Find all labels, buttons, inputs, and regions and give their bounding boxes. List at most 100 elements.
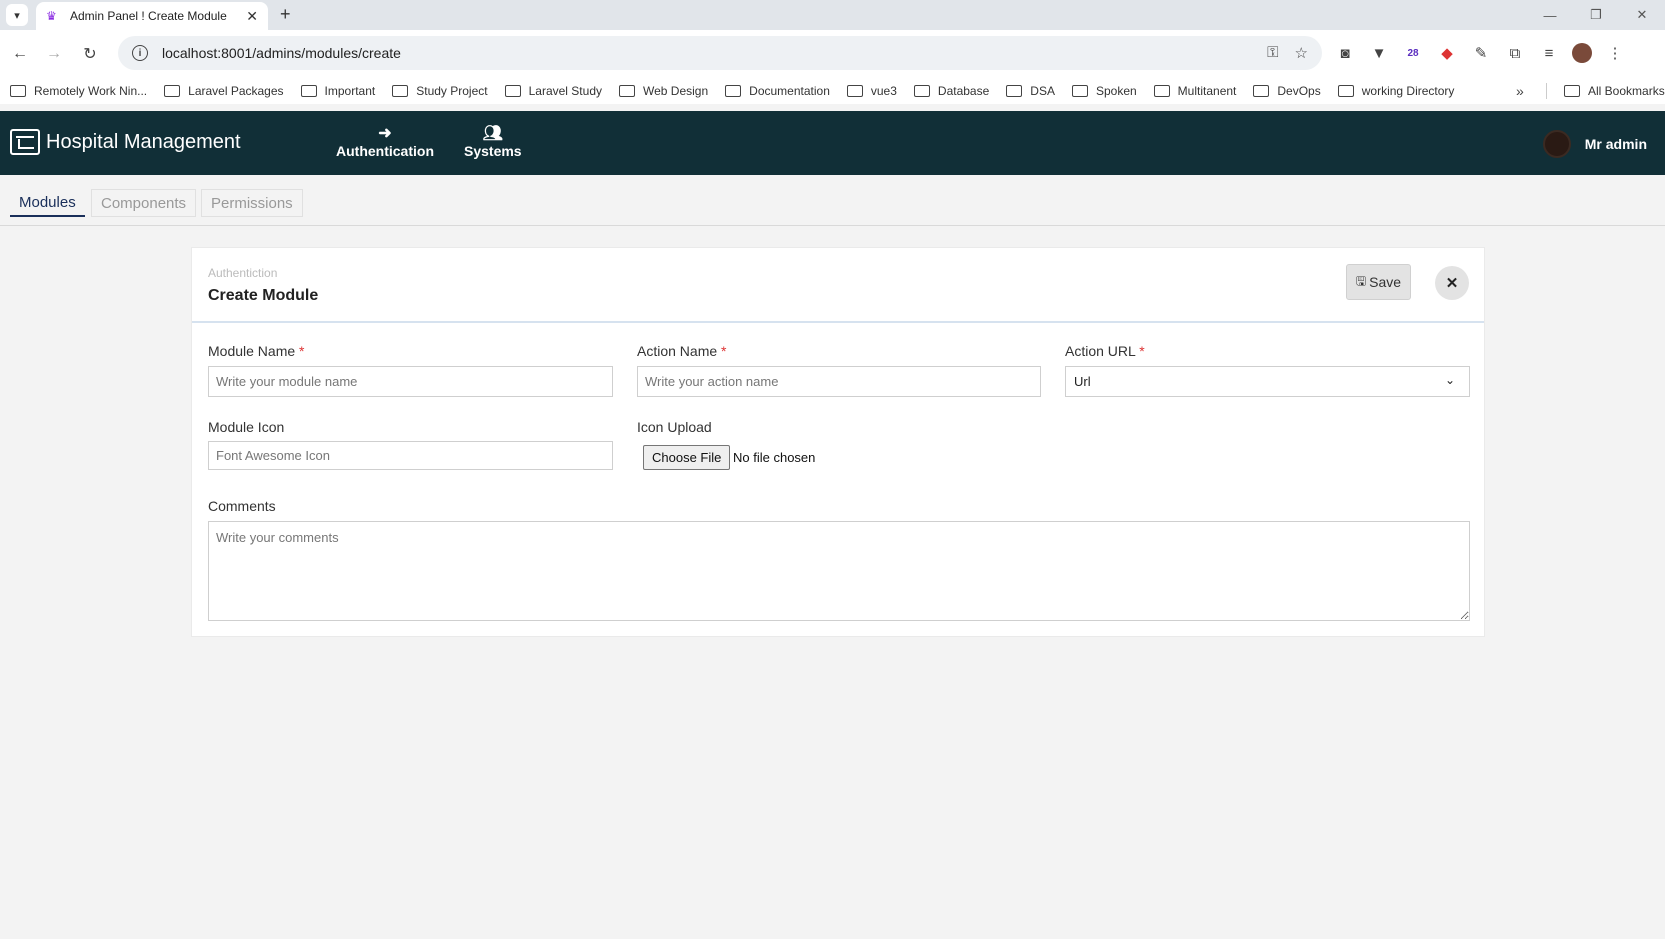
bookmark-folder[interactable]: vue3 — [846, 84, 897, 98]
bookmark-folder[interactable]: working Directory — [1337, 84, 1455, 98]
restore-icon[interactable]: ❐ — [1573, 0, 1619, 30]
module-icon-input[interactable] — [208, 441, 613, 470]
site-info-icon[interactable]: i — [132, 45, 148, 61]
back-icon[interactable]: ← — [8, 42, 32, 66]
label-text: Module Name — [208, 343, 296, 359]
tab-components[interactable]: Components — [91, 189, 197, 217]
browser-tab[interactable]: ♛ Admin Panel ! Create Module ✕ — [36, 2, 268, 30]
all-bookmarks-folder[interactable]: All Bookmarks — [1564, 78, 1665, 104]
bookmark-label: All Bookmarks — [1588, 84, 1665, 98]
folder-icon — [1006, 85, 1023, 97]
bookmark-label: Remotely Work Nin... — [34, 84, 148, 98]
selected-value: Url — [1074, 374, 1091, 389]
bookmark-folder[interactable]: Web Design — [619, 84, 708, 98]
breadcrumb: Authentiction — [208, 266, 278, 280]
brand-name: Hospital Management — [46, 130, 241, 153]
required-marker: * — [1139, 343, 1145, 359]
bookmark-label: Laravel Packages — [188, 84, 284, 98]
window-close-icon[interactable]: ✕ — [1619, 0, 1665, 30]
dashboard-icon — [10, 129, 40, 155]
profile-avatar[interactable] — [1572, 43, 1592, 63]
new-tab-button[interactable]: + — [280, 4, 291, 25]
choose-file-button[interactable]: Choose File — [643, 445, 731, 470]
action-name-input[interactable] — [637, 366, 1041, 397]
bookmark-folder[interactable]: Study Project — [392, 84, 488, 98]
nav-label: Systems — [464, 143, 522, 159]
vue-devtools-icon[interactable]: ▼ — [1368, 42, 1390, 64]
bookmark-folder[interactable]: Spoken — [1071, 84, 1137, 98]
bookmark-label: Laravel Study — [528, 84, 602, 98]
bookmark-folder[interactable]: Laravel Study — [504, 84, 602, 98]
folder-icon — [1153, 85, 1170, 97]
bookmark-label: DSA — [1030, 84, 1055, 98]
bookmark-label: Web Design — [643, 84, 709, 98]
url-text: localhost:8001/admins/modules/create — [162, 45, 401, 61]
bookmark-label: Database — [937, 84, 990, 98]
folder-icon — [300, 85, 317, 97]
media-icon[interactable]: ≡ — [1538, 42, 1560, 64]
laravel-icon: ♛ — [46, 9, 57, 23]
action-url-label: Action URL * — [1065, 343, 1145, 359]
bookmark-folder[interactable]: Multitanent — [1153, 84, 1237, 98]
bookmark-folder[interactable]: DSA — [1006, 84, 1055, 98]
menu-icon[interactable]: ⋮ — [1604, 42, 1626, 64]
action-name-label: Action Name * — [637, 343, 727, 359]
required-marker: * — [299, 343, 305, 359]
module-name-input[interactable] — [208, 366, 613, 397]
save-label: Save — [1369, 274, 1402, 290]
comments-textarea[interactable] — [208, 521, 1470, 621]
app-header: Hospital Management ➜ Authentication 👥︎ … — [0, 111, 1665, 175]
action-url-select[interactable]: Url ⌄ — [1065, 366, 1470, 397]
bookmark-folder[interactable]: Documentation — [725, 84, 830, 98]
extension-badge-icon[interactable]: 28 — [1402, 42, 1424, 64]
bookmarks-divider — [1546, 83, 1547, 99]
main-nav: ➜ Authentication 👥︎ Systems — [336, 123, 522, 159]
close-icon[interactable]: ✕ — [246, 8, 258, 25]
floppy-icon: 🖫︎ — [1355, 273, 1367, 288]
module-name-label: Module Name * — [208, 343, 305, 359]
bookmark-folder[interactable]: Database — [913, 84, 990, 98]
bookmark-folder[interactable]: DevOps — [1253, 84, 1321, 98]
address-bar[interactable]: i localhost:8001/admins/modules/create ⚿… — [118, 36, 1322, 70]
puzzle-icon[interactable]: ⧉ — [1504, 42, 1526, 64]
nav-systems[interactable]: 👥︎ Systems — [464, 123, 522, 159]
forward-icon[interactable]: → — [42, 42, 66, 66]
label-text: Action Name — [637, 343, 718, 359]
minimize-icon[interactable]: — — [1527, 0, 1573, 30]
bookmark-folder[interactable]: Remotely Work Nin... — [10, 84, 147, 98]
more-bookmarks-icon[interactable]: » — [1516, 83, 1524, 99]
folder-icon — [913, 85, 930, 97]
label-text: Action URL — [1065, 343, 1136, 359]
folder-icon — [164, 85, 181, 97]
bookmark-label: working Directory — [1361, 84, 1455, 98]
folder-icon — [392, 85, 409, 97]
page-title: Create Module — [208, 287, 319, 304]
window-controls: — ❐ ✕ — [1527, 0, 1665, 30]
users-icon: 👥︎ — [482, 125, 503, 142]
close-button[interactable]: ✕ — [1435, 266, 1469, 300]
bookmark-label: DevOps — [1277, 84, 1321, 98]
brand[interactable]: Hospital Management — [10, 129, 241, 155]
bookmark-label: Documentation — [749, 84, 830, 98]
user-menu[interactable]: Mr admin — [1542, 130, 1647, 158]
module-subtabs: Modules Components Permissions — [0, 175, 1665, 226]
icon-upload-label: Icon Upload — [637, 419, 712, 435]
tab-modules[interactable]: Modules — [10, 189, 85, 217]
tab-permissions[interactable]: Permissions — [201, 189, 303, 217]
camera-icon[interactable]: ◙ — [1334, 42, 1356, 64]
bookmark-label: Multitanent — [1177, 84, 1237, 98]
reload-icon[interactable]: ↻ — [78, 42, 102, 66]
module-icon-label: Module Icon — [208, 419, 285, 435]
bookmark-star-icon[interactable]: ☆ — [1295, 44, 1308, 62]
nav-authentication[interactable]: ➜ Authentication — [336, 123, 434, 159]
key-icon[interactable]: ⚿ — [1267, 44, 1278, 62]
nav-label: Authentication — [336, 143, 434, 159]
eyedropper-icon[interactable]: ✎ — [1470, 42, 1492, 64]
tab-search-button[interactable]: ▾ — [6, 4, 28, 26]
save-button[interactable]: 🖫︎ Save — [1346, 264, 1411, 300]
red-extension-icon[interactable]: ◆ — [1436, 42, 1458, 64]
bookmark-folder[interactable]: Laravel Packages — [164, 84, 284, 98]
bookmark-folder[interactable]: Important — [300, 84, 375, 98]
folder-icon — [1253, 85, 1270, 97]
folder-icon — [1071, 85, 1088, 97]
